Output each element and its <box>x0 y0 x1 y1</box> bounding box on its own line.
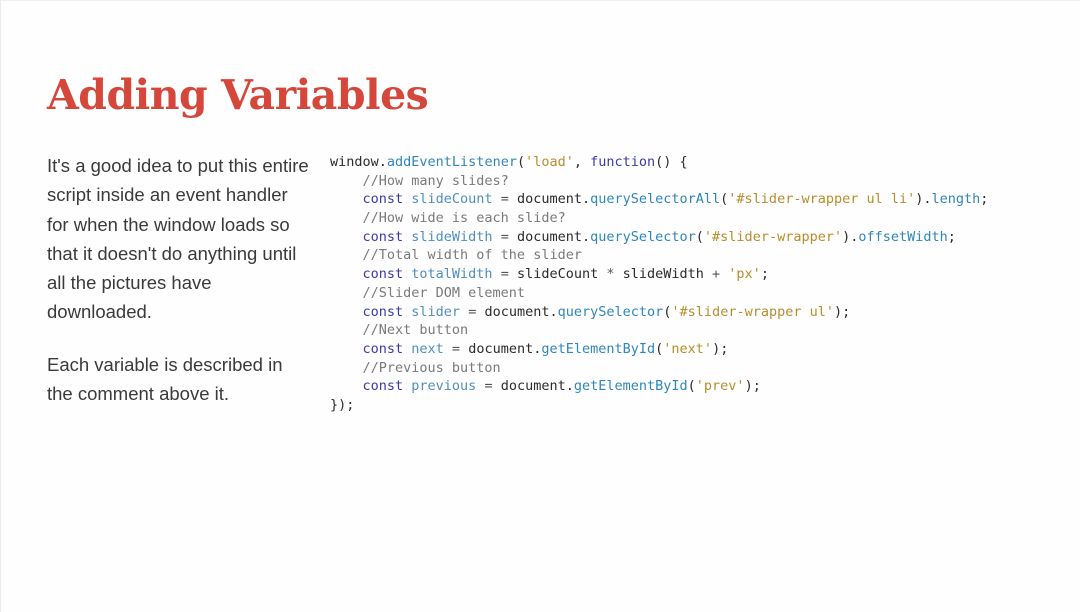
code-token: //Slider DOM element <box>330 284 526 301</box>
code-line: const totalWidth = slideCount * slideWid… <box>330 265 988 284</box>
code-line: window.addEventListener('load', function… <box>330 153 988 172</box>
code-token: = <box>492 191 517 208</box>
code-block: window.addEventListener('load', function… <box>330 153 988 415</box>
code-token: const <box>330 266 412 283</box>
code-line: const slideCount = document.querySelecto… <box>330 190 989 209</box>
code-token: ); <box>744 378 761 395</box>
code-token: //How wide is each slide? <box>330 210 566 227</box>
code-token: '#slider-wrapper' <box>703 228 843 245</box>
code-token: slider <box>411 303 461 320</box>
code-token: slideCount <box>516 266 607 283</box>
code-token: next <box>411 340 444 357</box>
code-token: ( <box>687 378 696 395</box>
code-token: () { <box>655 154 688 170</box>
code-token: }); <box>330 396 355 413</box>
code-token: length <box>931 191 981 208</box>
code-token: const <box>330 378 412 395</box>
code-token: 'next' <box>663 340 713 357</box>
code-token: = <box>492 228 517 245</box>
code-token: //Next button <box>330 322 469 339</box>
code-token: + <box>712 266 729 283</box>
code-token: = <box>476 378 501 395</box>
code-token: ); <box>833 303 851 320</box>
code-token: = <box>492 266 517 283</box>
code-line: //Total width of the slider <box>330 246 988 265</box>
code-token: ). <box>915 191 932 208</box>
slide-description: It's a good idea to put this entire scri… <box>47 151 309 408</box>
code-line: const previous = document.getElementById… <box>330 377 988 396</box>
code-token: * <box>606 266 623 283</box>
code-token: totalWidth <box>411 266 493 283</box>
code-token: slideCount <box>411 191 493 208</box>
slide: Adding Variables It's a good idea to put… <box>0 0 1080 612</box>
description-paragraph-load-handler: It's a good idea to put this entire scri… <box>47 155 309 323</box>
code-token: querySelector <box>590 228 696 245</box>
code-token: const <box>330 340 412 357</box>
code-token: getElementById <box>573 378 688 395</box>
code-token: const <box>330 228 412 245</box>
code-token: 'px' <box>728 266 761 283</box>
code-line: //Next button <box>330 321 988 340</box>
description-paragraph-comments: Each variable is described in the commen… <box>47 353 283 405</box>
code-token: document. <box>516 228 591 245</box>
code-token: '#slider-wrapper ul' <box>671 303 834 320</box>
code-line: //Previous button <box>330 359 988 378</box>
code-token: ); <box>712 340 729 357</box>
code-token: const <box>330 303 412 320</box>
code-token: ; <box>760 266 769 283</box>
code-line: }); <box>330 396 988 415</box>
code-token: //Previous button <box>330 359 501 376</box>
code-token: document. <box>468 340 542 357</box>
code-token: document. <box>484 303 558 320</box>
code-token: document. <box>500 378 574 395</box>
code-token: querySelector <box>557 303 664 320</box>
code-token: 'prev' <box>695 378 745 395</box>
code-line: const slideWidth = document.querySelecto… <box>330 228 988 247</box>
code-token: ; <box>947 228 956 245</box>
code-token: //Total width of the slider <box>330 247 582 264</box>
code-line: const slider = document.querySelector('#… <box>330 303 988 322</box>
code-token: ). <box>842 228 859 245</box>
code-token: = <box>443 340 469 357</box>
code-token: = <box>460 303 485 320</box>
code-token: slideWidth <box>411 228 493 245</box>
code-token: document. <box>516 191 591 208</box>
code-token: getElementById <box>541 340 656 357</box>
code-token: ( <box>695 228 704 245</box>
code-token: ; <box>980 191 989 208</box>
code-token: addEventListener <box>386 154 517 170</box>
code-token: previous <box>411 378 477 395</box>
code-token: slideWidth <box>622 266 713 283</box>
code-token: function <box>590 154 656 170</box>
code-line: //How wide is each slide? <box>330 209 988 228</box>
code-token: querySelectorAll <box>590 191 721 208</box>
code-token: , <box>573 154 591 170</box>
code-token: const <box>330 191 412 208</box>
code-line: //How many slides? <box>330 172 988 191</box>
code-token: //How many slides? <box>330 172 509 189</box>
code-token: window. <box>330 154 387 170</box>
code-token: offsetWidth <box>858 228 948 245</box>
slide-title: Adding Variables <box>47 71 429 119</box>
code-line: const next = document.getElementById('ne… <box>330 340 988 359</box>
code-token: ( <box>516 154 526 170</box>
code-token: 'load' <box>525 154 574 170</box>
code-line: //Slider DOM element <box>330 284 988 303</box>
code-token: '#slider-wrapper ul li' <box>728 191 916 208</box>
